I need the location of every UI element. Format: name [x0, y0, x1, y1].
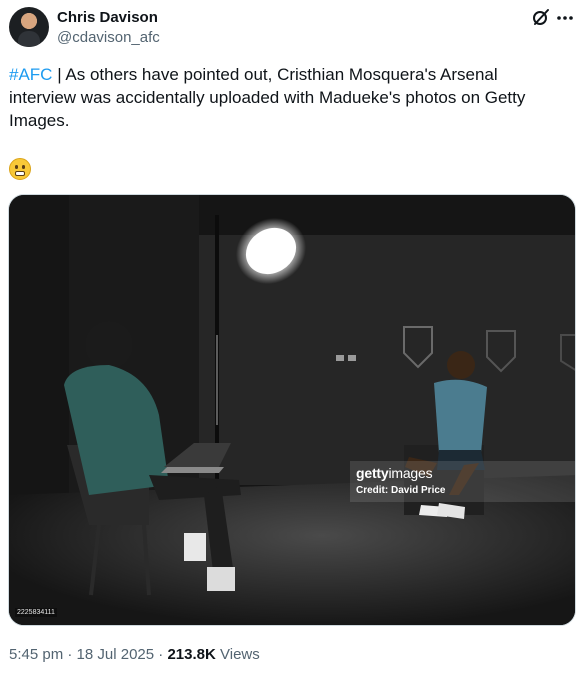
photo-credit: Credit: David Price [356, 485, 446, 496]
tweet-text: #AFC | As others have pointed out, Crist… [9, 63, 549, 132]
author-handle[interactable]: @cdavison_afc [57, 29, 160, 46]
tweet-metadata: 5:45 pm · 18 Jul 2025 · 213.8K Views [9, 646, 260, 663]
image-id-label: 2225834111 [15, 608, 57, 617]
tweet-photo[interactable]: gettyimages Credit: David Price 22258341… [8, 194, 576, 626]
grok-icon[interactable] [532, 8, 550, 26]
grimacing-face-emoji-icon [9, 158, 31, 180]
author-display-name[interactable]: Chris Davison [57, 9, 158, 26]
views-count: 213.8K [167, 646, 216, 663]
hashtag-link[interactable]: #AFC [9, 65, 52, 84]
tweet-date[interactable]: 18 Jul 2025 [77, 646, 155, 663]
tweet-body: | As others have pointed out, Cristhian … [9, 65, 526, 130]
views-label: Views [215, 646, 260, 663]
more-options-icon[interactable] [556, 9, 574, 27]
author-avatar[interactable] [9, 7, 49, 47]
getty-images-watermark: gettyimages Credit: David Price [350, 461, 575, 502]
getty-images-logo: gettyimages [356, 465, 433, 481]
interview-scene-illustration [9, 195, 575, 625]
tweet-time[interactable]: 5:45 pm [9, 646, 63, 663]
